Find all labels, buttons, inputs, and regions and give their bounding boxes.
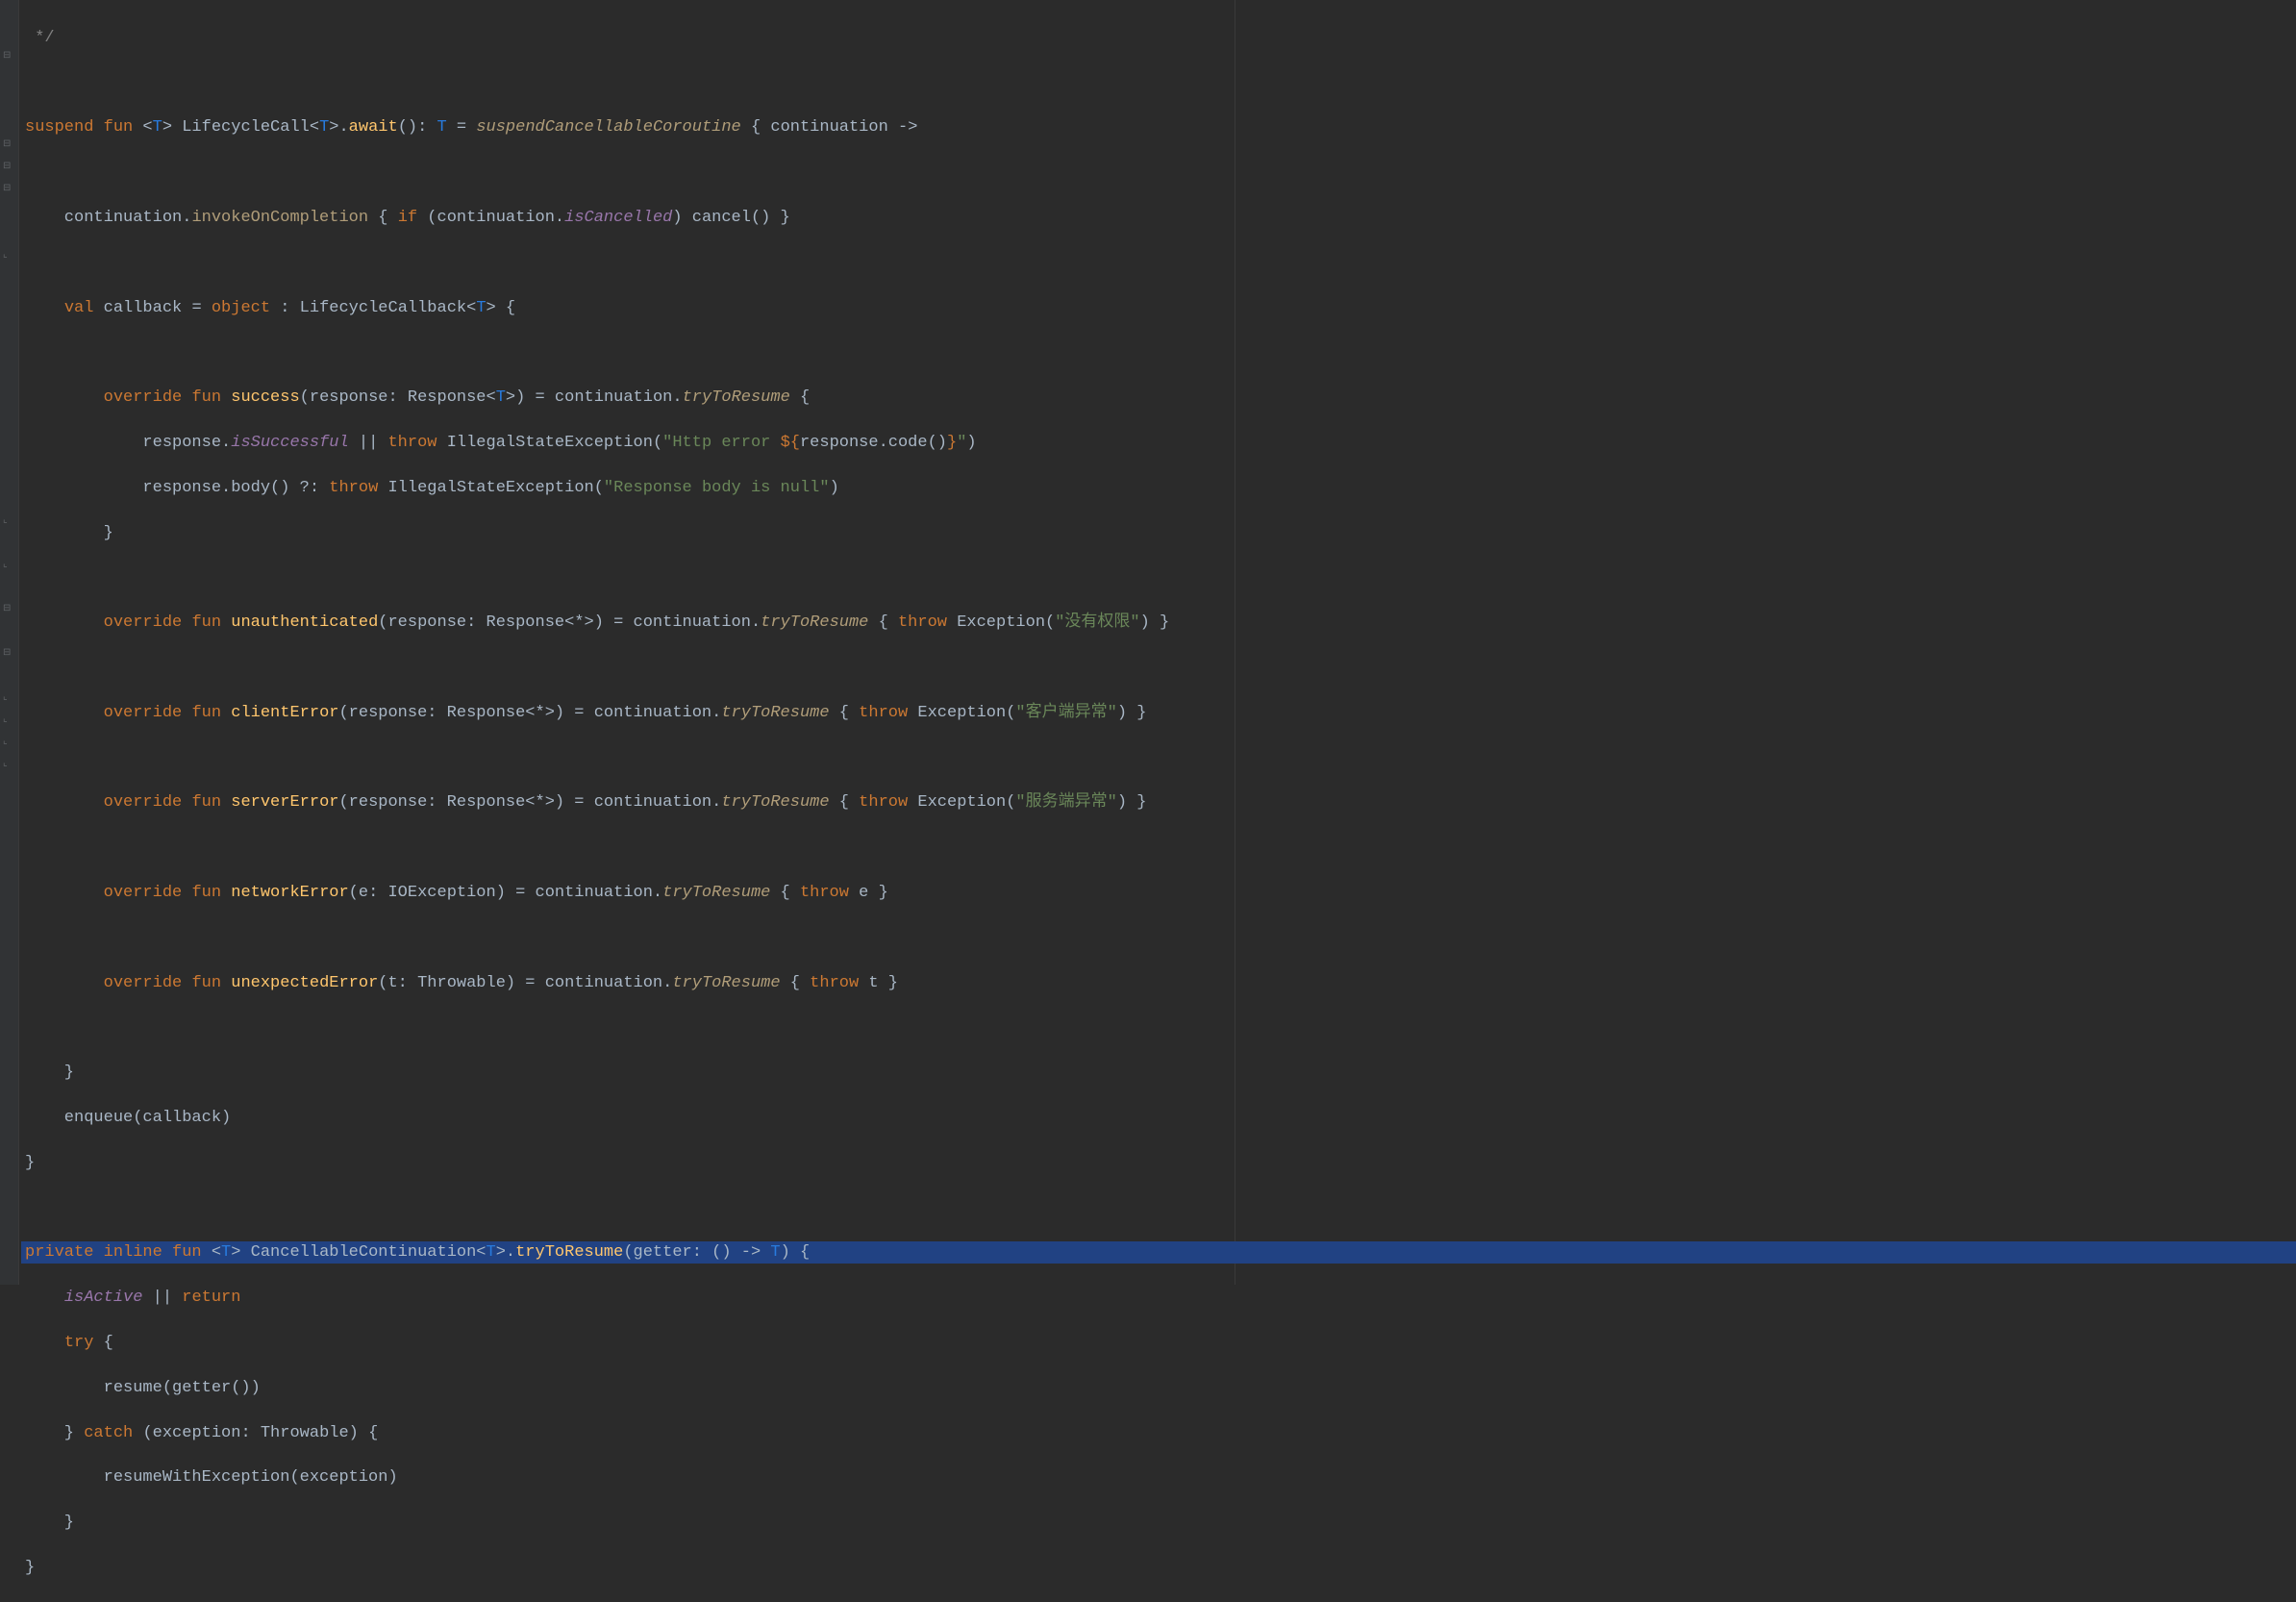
- code-line: [21, 657, 2296, 679]
- code-line: override fun networkError(e: IOException…: [21, 882, 2296, 904]
- fold-icon[interactable]: ⊟: [3, 603, 14, 614]
- fold-icon[interactable]: ⊟: [3, 183, 14, 194]
- code-line: try {: [21, 1332, 2296, 1354]
- fold-close-icon[interactable]: ⌞: [3, 758, 14, 769]
- code-line: override fun unauthenticated(response: R…: [21, 612, 2296, 634]
- code-line: continuation.invokeOnCompletion { if (co…: [21, 207, 2296, 229]
- code-line: }: [21, 1152, 2296, 1174]
- code-editor[interactable]: */ suspend fun <T> LifecycleCall<T>.awai…: [21, 0, 2296, 1602]
- code-line: } catch (exception: Throwable) {: [21, 1422, 2296, 1444]
- code-line: }: [21, 1512, 2296, 1534]
- code-line: override fun success(response: Response<…: [21, 387, 2296, 409]
- fold-icon[interactable]: ⊟: [3, 138, 14, 150]
- code-line: response.isSuccessful || throw IllegalSt…: [21, 432, 2296, 454]
- code-line: [21, 252, 2296, 274]
- code-line: override fun unexpectedError(t: Throwabl…: [21, 972, 2296, 994]
- code-line: [21, 1016, 2296, 1039]
- fold-close-icon[interactable]: ⌞: [3, 736, 14, 747]
- code-line: [21, 1197, 2296, 1219]
- fold-close-icon[interactable]: ⌞: [3, 713, 14, 725]
- code-line: override fun serverError(response: Respo…: [21, 791, 2296, 814]
- code-line-highlighted: private inline fun <T> CancellableContin…: [21, 1241, 2296, 1264]
- code-line: suspend fun <T> LifecycleCall<T>.await()…: [21, 116, 2296, 138]
- code-line: [21, 837, 2296, 859]
- fold-close-icon[interactable]: ⌞: [3, 514, 14, 526]
- code-line: [21, 72, 2296, 94]
- code-line: [21, 747, 2296, 769]
- code-line: [21, 566, 2296, 588]
- code-line: enqueue(callback): [21, 1107, 2296, 1129]
- fold-close-icon[interactable]: ⌞: [3, 691, 14, 703]
- fold-icon[interactable]: ⊟: [3, 50, 14, 62]
- code-line: resume(getter()): [21, 1377, 2296, 1399]
- code-line: resumeWithException(exception): [21, 1466, 2296, 1489]
- code-line: [21, 341, 2296, 363]
- code-line: [21, 927, 2296, 949]
- code-line: [21, 162, 2296, 184]
- fold-icon[interactable]: ⊟: [3, 647, 14, 659]
- fold-close-icon[interactable]: ⌞: [3, 249, 14, 261]
- code-line: override fun clientError(response: Respo…: [21, 702, 2296, 724]
- code-line: */: [21, 27, 2296, 49]
- fold-close-icon[interactable]: ⌞: [3, 559, 14, 570]
- code-line: val callback = object : LifecycleCallbac…: [21, 297, 2296, 319]
- fold-icon[interactable]: ⊟: [3, 161, 14, 172]
- code-line: }: [21, 522, 2296, 544]
- code-line: }: [21, 1557, 2296, 1579]
- code-line: response.body() ?: throw IllegalStateExc…: [21, 477, 2296, 499]
- code-line: isActive || return: [21, 1287, 2296, 1309]
- code-line: }: [21, 1062, 2296, 1084]
- editor-gutter: ⊟ ⊟ ⊟ ⊟ ⌞ ⌞ ⌞ ⊟ ⊟ ⌞ ⌞ ⌞ ⌞: [0, 0, 19, 1285]
